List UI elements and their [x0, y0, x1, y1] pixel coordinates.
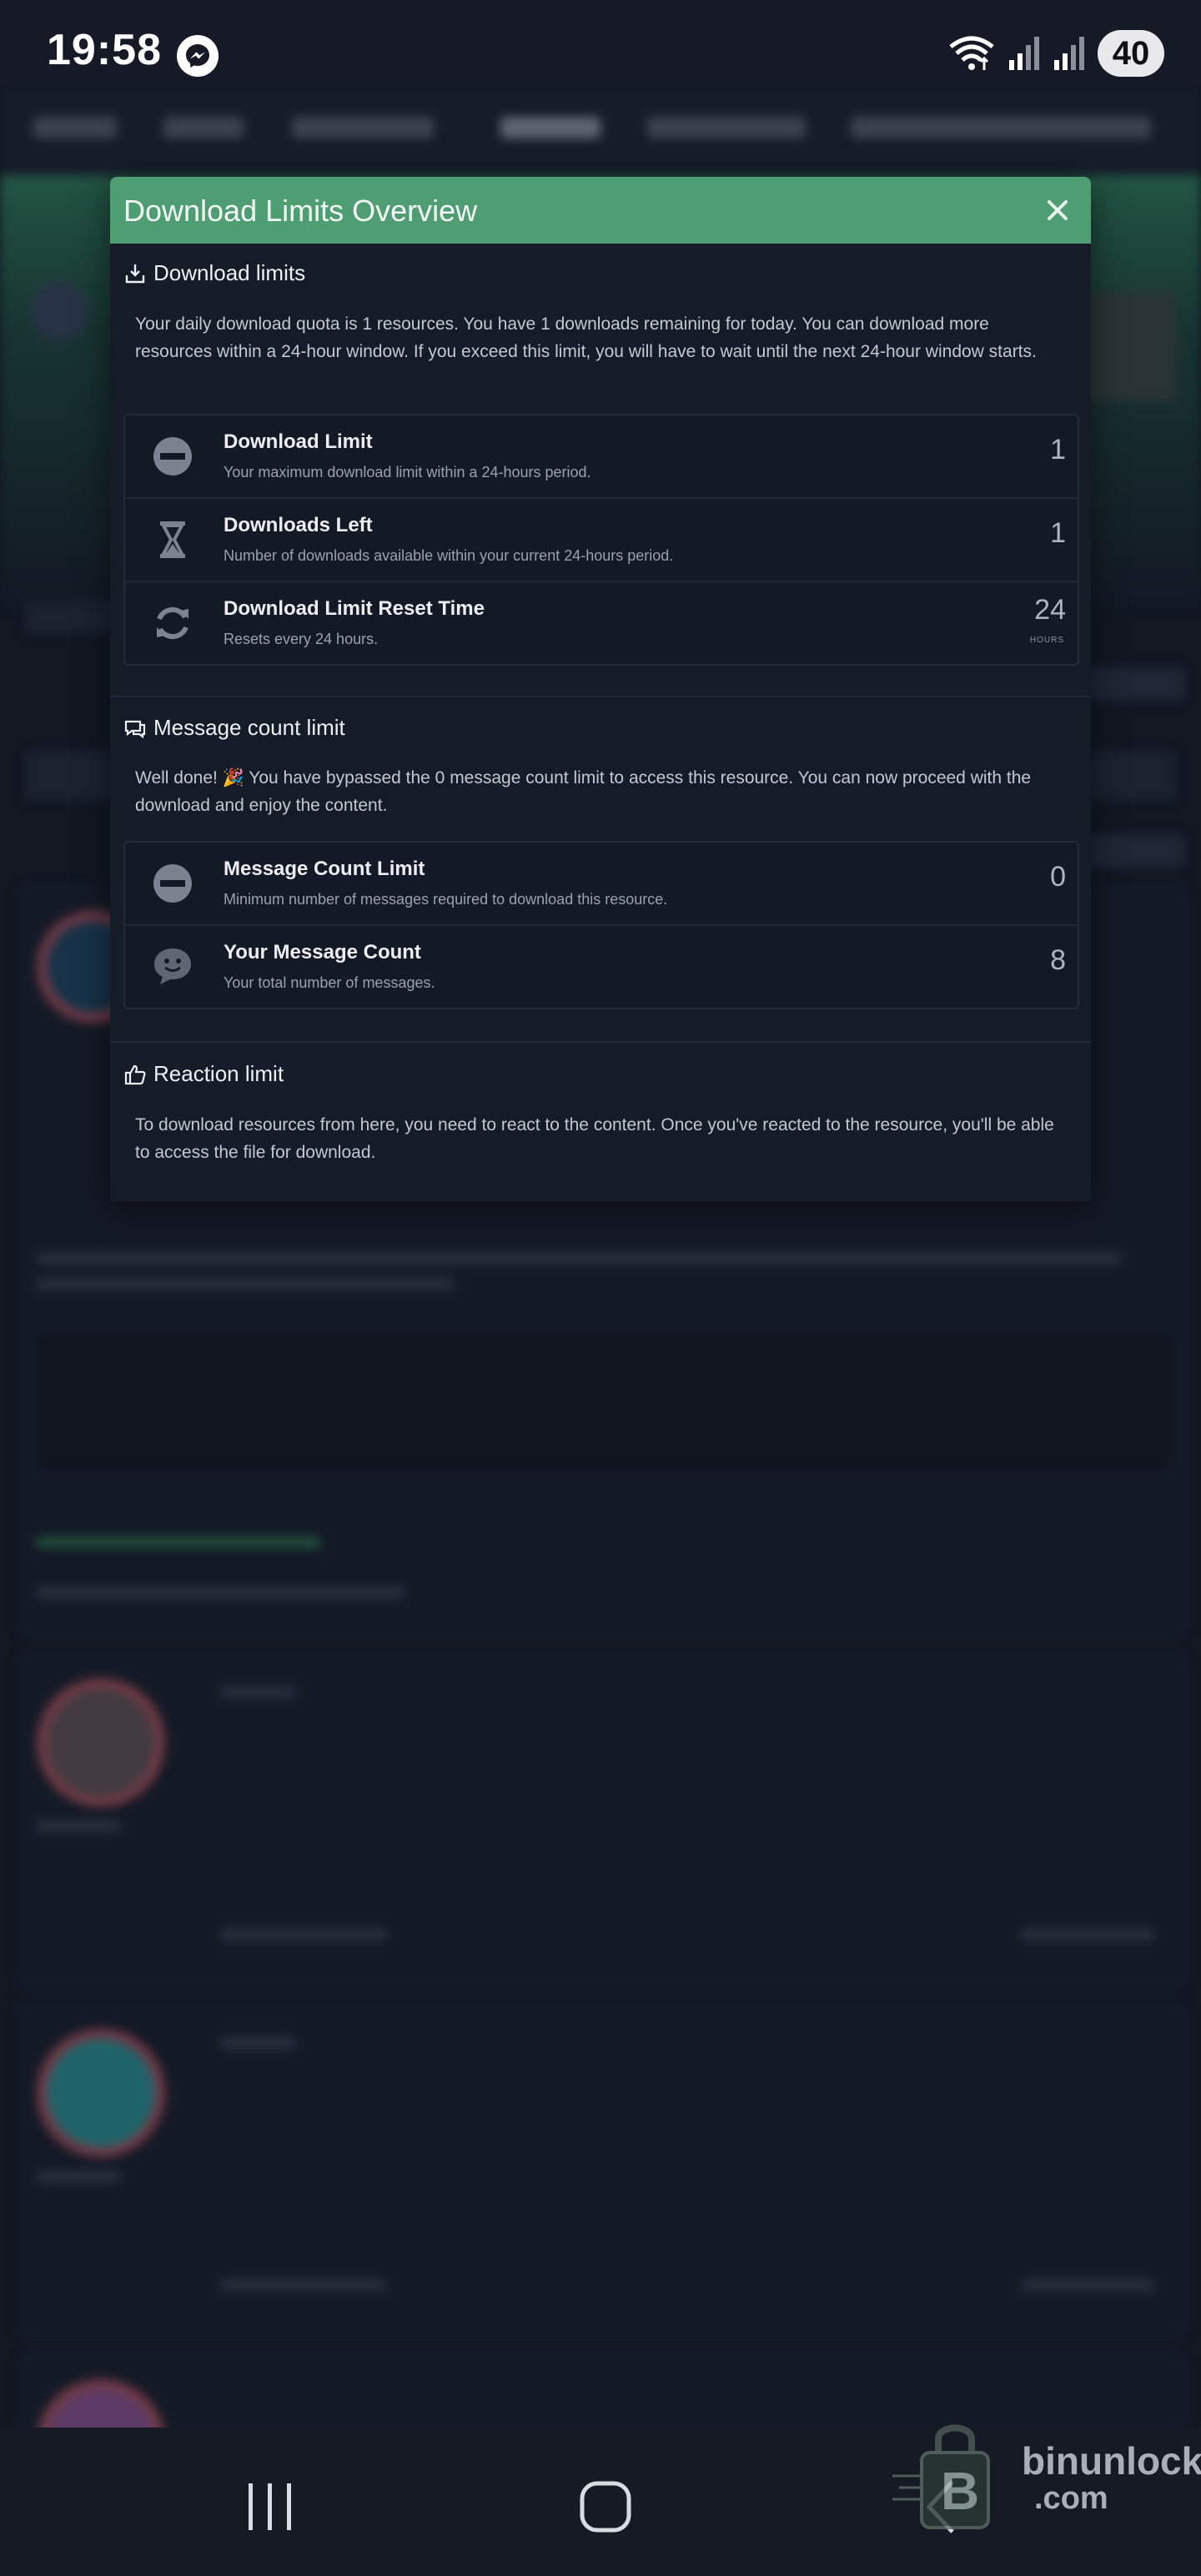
section-divider [110, 696, 1091, 697]
bg-post-3 [18, 2002, 1186, 2339]
row-value: 1 [1050, 434, 1066, 465]
recent-apps-icon [249, 2483, 291, 2530]
status-time: 19:58 [47, 26, 162, 74]
message-limit-description: Well done! 🎉 You have bypassed the 0 mes… [135, 768, 1032, 815]
row-value: 1 [1050, 517, 1066, 549]
section-heading-text: Download limits [153, 260, 306, 285]
row-title: Download Limit [224, 430, 373, 453]
bg-post-2 [18, 1652, 1186, 1989]
signal-icon [1009, 37, 1039, 70]
limit-row-downloads-left: Downloads Left Number of downloads avail… [125, 499, 1078, 582]
download-limits-description: Your daily download quota is 1 resources… [135, 314, 1037, 361]
watermark: B binunlock .com [892, 2411, 1201, 2536]
download-limits-list: Download Limit Your maximum download lim… [123, 414, 1079, 666]
section-heading-text: Reaction limit [153, 1061, 284, 1086]
close-button[interactable] [1041, 194, 1074, 227]
svg-text:B: B [941, 2461, 979, 2521]
wifi-icon [949, 36, 994, 70]
section-heading-text: Message count limit [153, 715, 345, 740]
minus-circle-icon [153, 437, 192, 475]
section-divider [110, 1041, 1091, 1043]
bg-avatar [30, 282, 88, 340]
lock-logo-icon: B [892, 2424, 990, 2529]
download-icon [125, 264, 145, 283]
limit-row-message-count-limit: Message Count Limit Minimum number of me… [125, 843, 1078, 926]
row-value: 0 [1050, 861, 1066, 893]
status-bar: 19:58 40 [0, 0, 1201, 83]
battery-indicator: 40 [1098, 30, 1164, 77]
home-button[interactable] [572, 2473, 639, 2540]
limit-row-reset-time: Download Limit Reset Time Resets every 2… [125, 582, 1078, 664]
message-limits-list: Message Count Limit Minimum number of me… [123, 841, 1079, 1009]
bg-navbar [0, 83, 1201, 175]
limit-row-your-message-count: Your Message Count Your total number of … [125, 926, 1078, 1008]
smile-chat-icon [154, 948, 191, 984]
refresh-icon [157, 606, 188, 640]
row-title: Download Limit Reset Time [224, 597, 485, 620]
hourglass-icon [160, 521, 185, 558]
row-value: 8 [1050, 944, 1066, 976]
download-limits-heading: Download limits [123, 260, 305, 286]
row-title: Message Count Limit [224, 858, 425, 880]
watermark-domain: .com [1034, 2481, 1108, 2516]
close-icon [1048, 200, 1068, 220]
row-description: Number of downloads available within you… [224, 547, 674, 564]
row-description: Your maximum download limit within a 24-… [224, 464, 591, 480]
modal-header: Download Limits Overview [110, 177, 1091, 244]
signal-icon-2 [1054, 37, 1084, 70]
chat-icon [124, 720, 146, 738]
row-description: Resets every 24 hours. [224, 631, 379, 647]
messenger-icon [177, 35, 219, 77]
download-limits-modal: Download Limits Overview Download limits… [110, 177, 1091, 1201]
row-description: Your total number of messages. [224, 974, 435, 991]
row-title: Downloads Left [224, 514, 373, 536]
watermark-text: binunlock [1022, 2439, 1201, 2483]
row-value: 24 [1034, 594, 1066, 626]
reaction-limit-heading: Reaction limit [123, 1061, 284, 1087]
row-value-unit: HOURS [1029, 636, 1064, 645]
row-title: Your Message Count [224, 941, 421, 963]
modal-title: Download Limits Overview [123, 194, 478, 228]
row-description: Minimum number of messages required to d… [224, 891, 668, 908]
thumbs-up-icon [124, 1064, 146, 1084]
minus-circle-icon [153, 864, 192, 903]
limit-row-download-limit: Download Limit Your maximum download lim… [125, 415, 1078, 499]
recent-apps-button[interactable] [237, 2473, 304, 2540]
reaction-limit-description: To download resources from here, you nee… [135, 1115, 1054, 1162]
home-icon [580, 2481, 631, 2533]
status-icons: 40 [947, 28, 1164, 78]
message-limit-heading: Message count limit [123, 715, 345, 741]
